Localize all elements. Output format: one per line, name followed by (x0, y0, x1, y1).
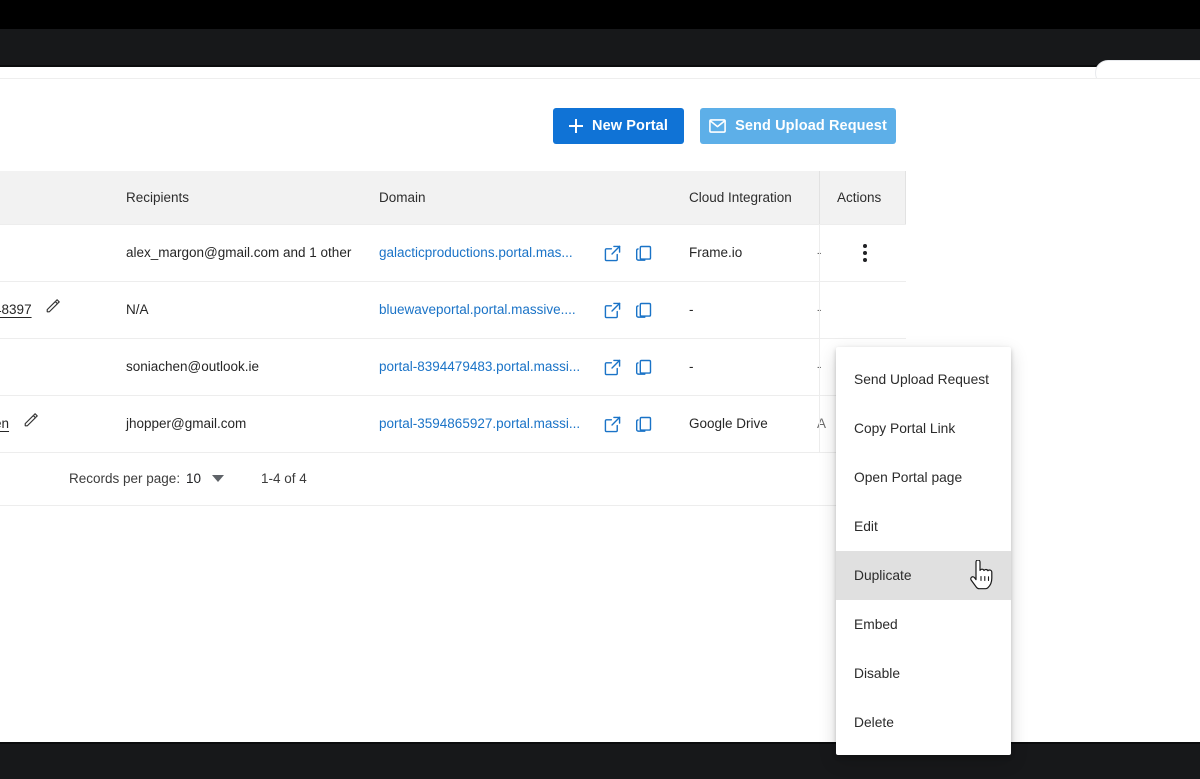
menu-item-edit[interactable]: Edit (836, 502, 1011, 551)
edit-pencil-icon[interactable] (23, 396, 39, 452)
row-actions-dropdown-menu: Send Upload Request Copy Portal Link Ope… (836, 347, 1011, 755)
row-actions-menu-button[interactable] (856, 243, 876, 263)
cell-portal-name: en (0, 396, 39, 452)
portals-table: Recipients Domain Cloud Integration Acti… (0, 171, 906, 506)
open-external-icon[interactable] (604, 245, 621, 262)
kebab-dot (863, 258, 867, 262)
domain-link[interactable]: bluewaveportal.portal.massive.... (379, 302, 576, 317)
domain-link[interactable]: portal-3594865927.portal.massi... (379, 416, 580, 431)
cell-cloud-integration: - (689, 359, 694, 374)
copy-icon[interactable] (635, 245, 652, 262)
table-body: alex_margon@gmail.com and 1 other galact… (0, 224, 906, 453)
open-external-icon[interactable] (604, 302, 621, 319)
open-external-icon[interactable] (604, 416, 621, 433)
menu-item-disable[interactable]: Disable (836, 649, 1011, 698)
cell-cloud-integration: Frame.io (689, 245, 743, 260)
menu-item-open-portal-page[interactable]: Open Portal page (836, 453, 1011, 502)
menu-item-embed[interactable]: Embed (836, 600, 1011, 649)
cell-domain: bluewaveportal.portal.massive.... (379, 282, 576, 338)
column-header-actions: Actions (837, 190, 882, 205)
column-header-recipients[interactable]: Recipients (126, 171, 189, 224)
copy-icon[interactable] (635, 359, 652, 376)
cell-cloud-integration: Google Drive (689, 416, 768, 431)
domain-action-icons (604, 282, 652, 338)
domain-action-icons (604, 396, 652, 452)
records-per-page-value[interactable]: 10 (186, 453, 201, 505)
copy-icon[interactable] (635, 416, 652, 433)
portal-name-link[interactable]: en (0, 416, 9, 431)
column-header-cloud-integration[interactable]: Cloud Integration (689, 171, 792, 224)
table-row[interactable]: soniachen@outlook.ie portal-8394479483.p… (0, 339, 906, 396)
browser-toolbar (0, 67, 1200, 78)
open-external-icon[interactable] (604, 359, 621, 376)
send-upload-request-button[interactable]: Send Upload Request (700, 108, 896, 144)
browser-tabstrip (0, 29, 1200, 65)
cell-cloud-integration: - (689, 302, 694, 317)
cell-portal-name: 456848397 (0, 282, 61, 338)
domain-action-icons (604, 339, 652, 395)
cell-domain: galacticproductions.portal.mas... (379, 225, 573, 281)
column-header-domain[interactable]: Domain (379, 171, 426, 224)
row-column-divider (819, 225, 820, 281)
row-column-divider (819, 339, 820, 395)
header-column-divider-1 (819, 171, 820, 224)
cell-recipients: soniachen@outlook.ie (126, 359, 260, 374)
new-portal-label: New Portal (592, 118, 668, 134)
table-row[interactable]: alex_margon@gmail.com and 1 other galact… (0, 224, 906, 282)
cell-recipients: alex_margon@gmail.com and 1 other (126, 245, 352, 260)
records-per-page-label: Records per page: (69, 471, 181, 486)
chevron-down-icon[interactable] (212, 475, 224, 482)
kebab-dot (863, 244, 867, 248)
menu-item-delete[interactable]: Delete (836, 698, 1011, 747)
table-header-row: Recipients Domain Cloud Integration Acti… (0, 171, 906, 224)
table-row[interactable]: en jhopper@gmail.com portal-3594865927.p… (0, 396, 906, 453)
pagination-range: 1-4 of 4 (261, 471, 307, 486)
copy-icon[interactable] (635, 302, 652, 319)
cell-domain: portal-8394479483.portal.massi... (379, 339, 580, 395)
cell-recipients: N/A (126, 302, 149, 317)
table-row[interactable]: 456848397 N/A bluewaveportal.portal.mass… (0, 282, 906, 339)
portal-name-link[interactable]: 456848397 (0, 302, 32, 317)
cell-domain: portal-3594865927.portal.massi... (379, 396, 580, 452)
table-footer: Records per page: 10 1-4 of 4 (0, 453, 906, 506)
domain-action-icons (604, 225, 652, 281)
row-column-divider (819, 282, 820, 338)
kebab-dot (863, 251, 867, 255)
send-upload-request-label: Send Upload Request (735, 118, 887, 134)
browser-titlebar (0, 0, 1200, 29)
plus-icon (569, 119, 584, 133)
menu-item-duplicate[interactable]: Duplicate (836, 551, 1011, 600)
browser-bottom-bar (0, 744, 1200, 779)
header-column-divider-2 (905, 171, 906, 224)
envelope-icon (709, 119, 727, 133)
page-content: New Portal Send Upload Request Recipient… (0, 79, 1200, 755)
row-column-divider (819, 396, 820, 452)
menu-item-copy-portal-link[interactable]: Copy Portal Link (836, 404, 1011, 453)
menu-item-send-upload-request[interactable]: Send Upload Request (836, 355, 1011, 404)
edit-pencil-icon[interactable] (45, 282, 61, 338)
action-bar: New Portal Send Upload Request (0, 108, 1200, 148)
domain-link[interactable]: portal-8394479483.portal.massi... (379, 359, 580, 374)
cell-recipients: jhopper@gmail.com (126, 416, 247, 431)
new-portal-button[interactable]: New Portal (553, 108, 684, 144)
domain-link[interactable]: galacticproductions.portal.mas... (379, 245, 573, 260)
